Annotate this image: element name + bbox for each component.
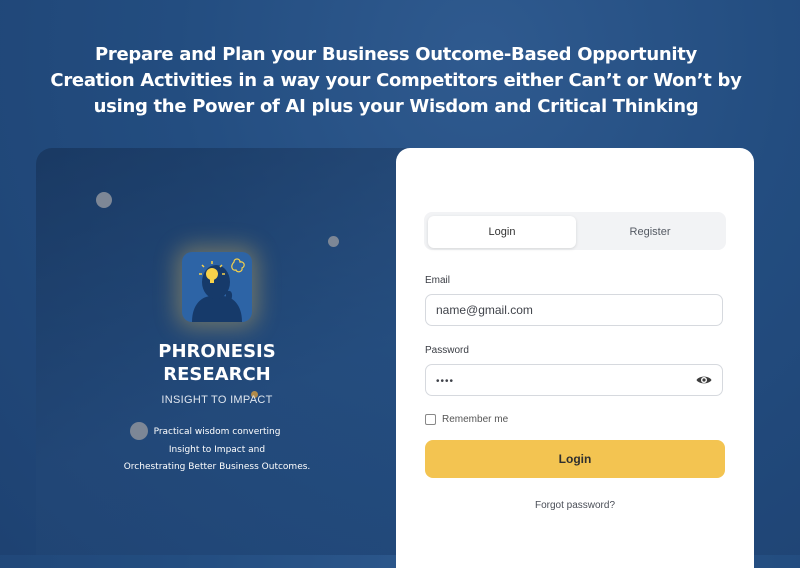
eye-icon[interactable] bbox=[696, 373, 712, 387]
login-button[interactable]: Login bbox=[425, 440, 725, 478]
remember-me-label: Remember me bbox=[442, 413, 509, 425]
password-field[interactable]: •••• bbox=[425, 364, 723, 396]
remember-me-checkbox[interactable] bbox=[425, 413, 436, 425]
brand-logo bbox=[182, 252, 252, 322]
headline: Prepare and Plan your Business Outcome-B… bbox=[40, 42, 752, 120]
brand-name-line-1: PHRONESIS bbox=[158, 341, 276, 362]
brand-name: PHRONESIS RESEARCH bbox=[120, 340, 314, 386]
password-value: •••• bbox=[436, 376, 455, 387]
email-label: Email bbox=[425, 275, 451, 286]
email-field[interactable]: name@gmail.com bbox=[425, 294, 723, 326]
brand-name-line-2: RESEARCH bbox=[163, 364, 271, 385]
brand-description-line-3: Orchestrating Better Business Outcomes. bbox=[123, 462, 311, 472]
brand-description-line-1: Practical wisdom converting bbox=[153, 427, 281, 437]
thinker-lightbulb-icon bbox=[192, 258, 245, 322]
tab-register[interactable]: Register bbox=[576, 216, 724, 248]
headline-line-2: Creation Activities in a way your Compet… bbox=[50, 70, 742, 91]
decorative-dot bbox=[328, 236, 339, 247]
auth-tabs: Login Register bbox=[424, 212, 726, 250]
email-value: name@gmail.com bbox=[436, 303, 533, 317]
tab-login[interactable]: Login bbox=[428, 216, 576, 248]
brand-description: Practical wisdom converting Insight to I… bbox=[100, 424, 334, 477]
brand-description-line-2: Insight to Impact and bbox=[168, 444, 266, 455]
decorative-dot bbox=[96, 192, 112, 208]
remember-me: Remember me bbox=[425, 412, 508, 426]
forgot-password-link[interactable]: Forgot password? bbox=[425, 500, 725, 511]
brand-tagline: INSIGHT TO IMPACT bbox=[161, 394, 273, 406]
headline-line-1: Prepare and Plan your Business Outcome-B… bbox=[95, 44, 697, 65]
auth-card: Login Register Email name@gmail.com Pass… bbox=[396, 148, 754, 568]
headline-line-3: using the Power of AI plus your Wisdom a… bbox=[93, 96, 699, 117]
password-label: Password bbox=[425, 345, 469, 356]
